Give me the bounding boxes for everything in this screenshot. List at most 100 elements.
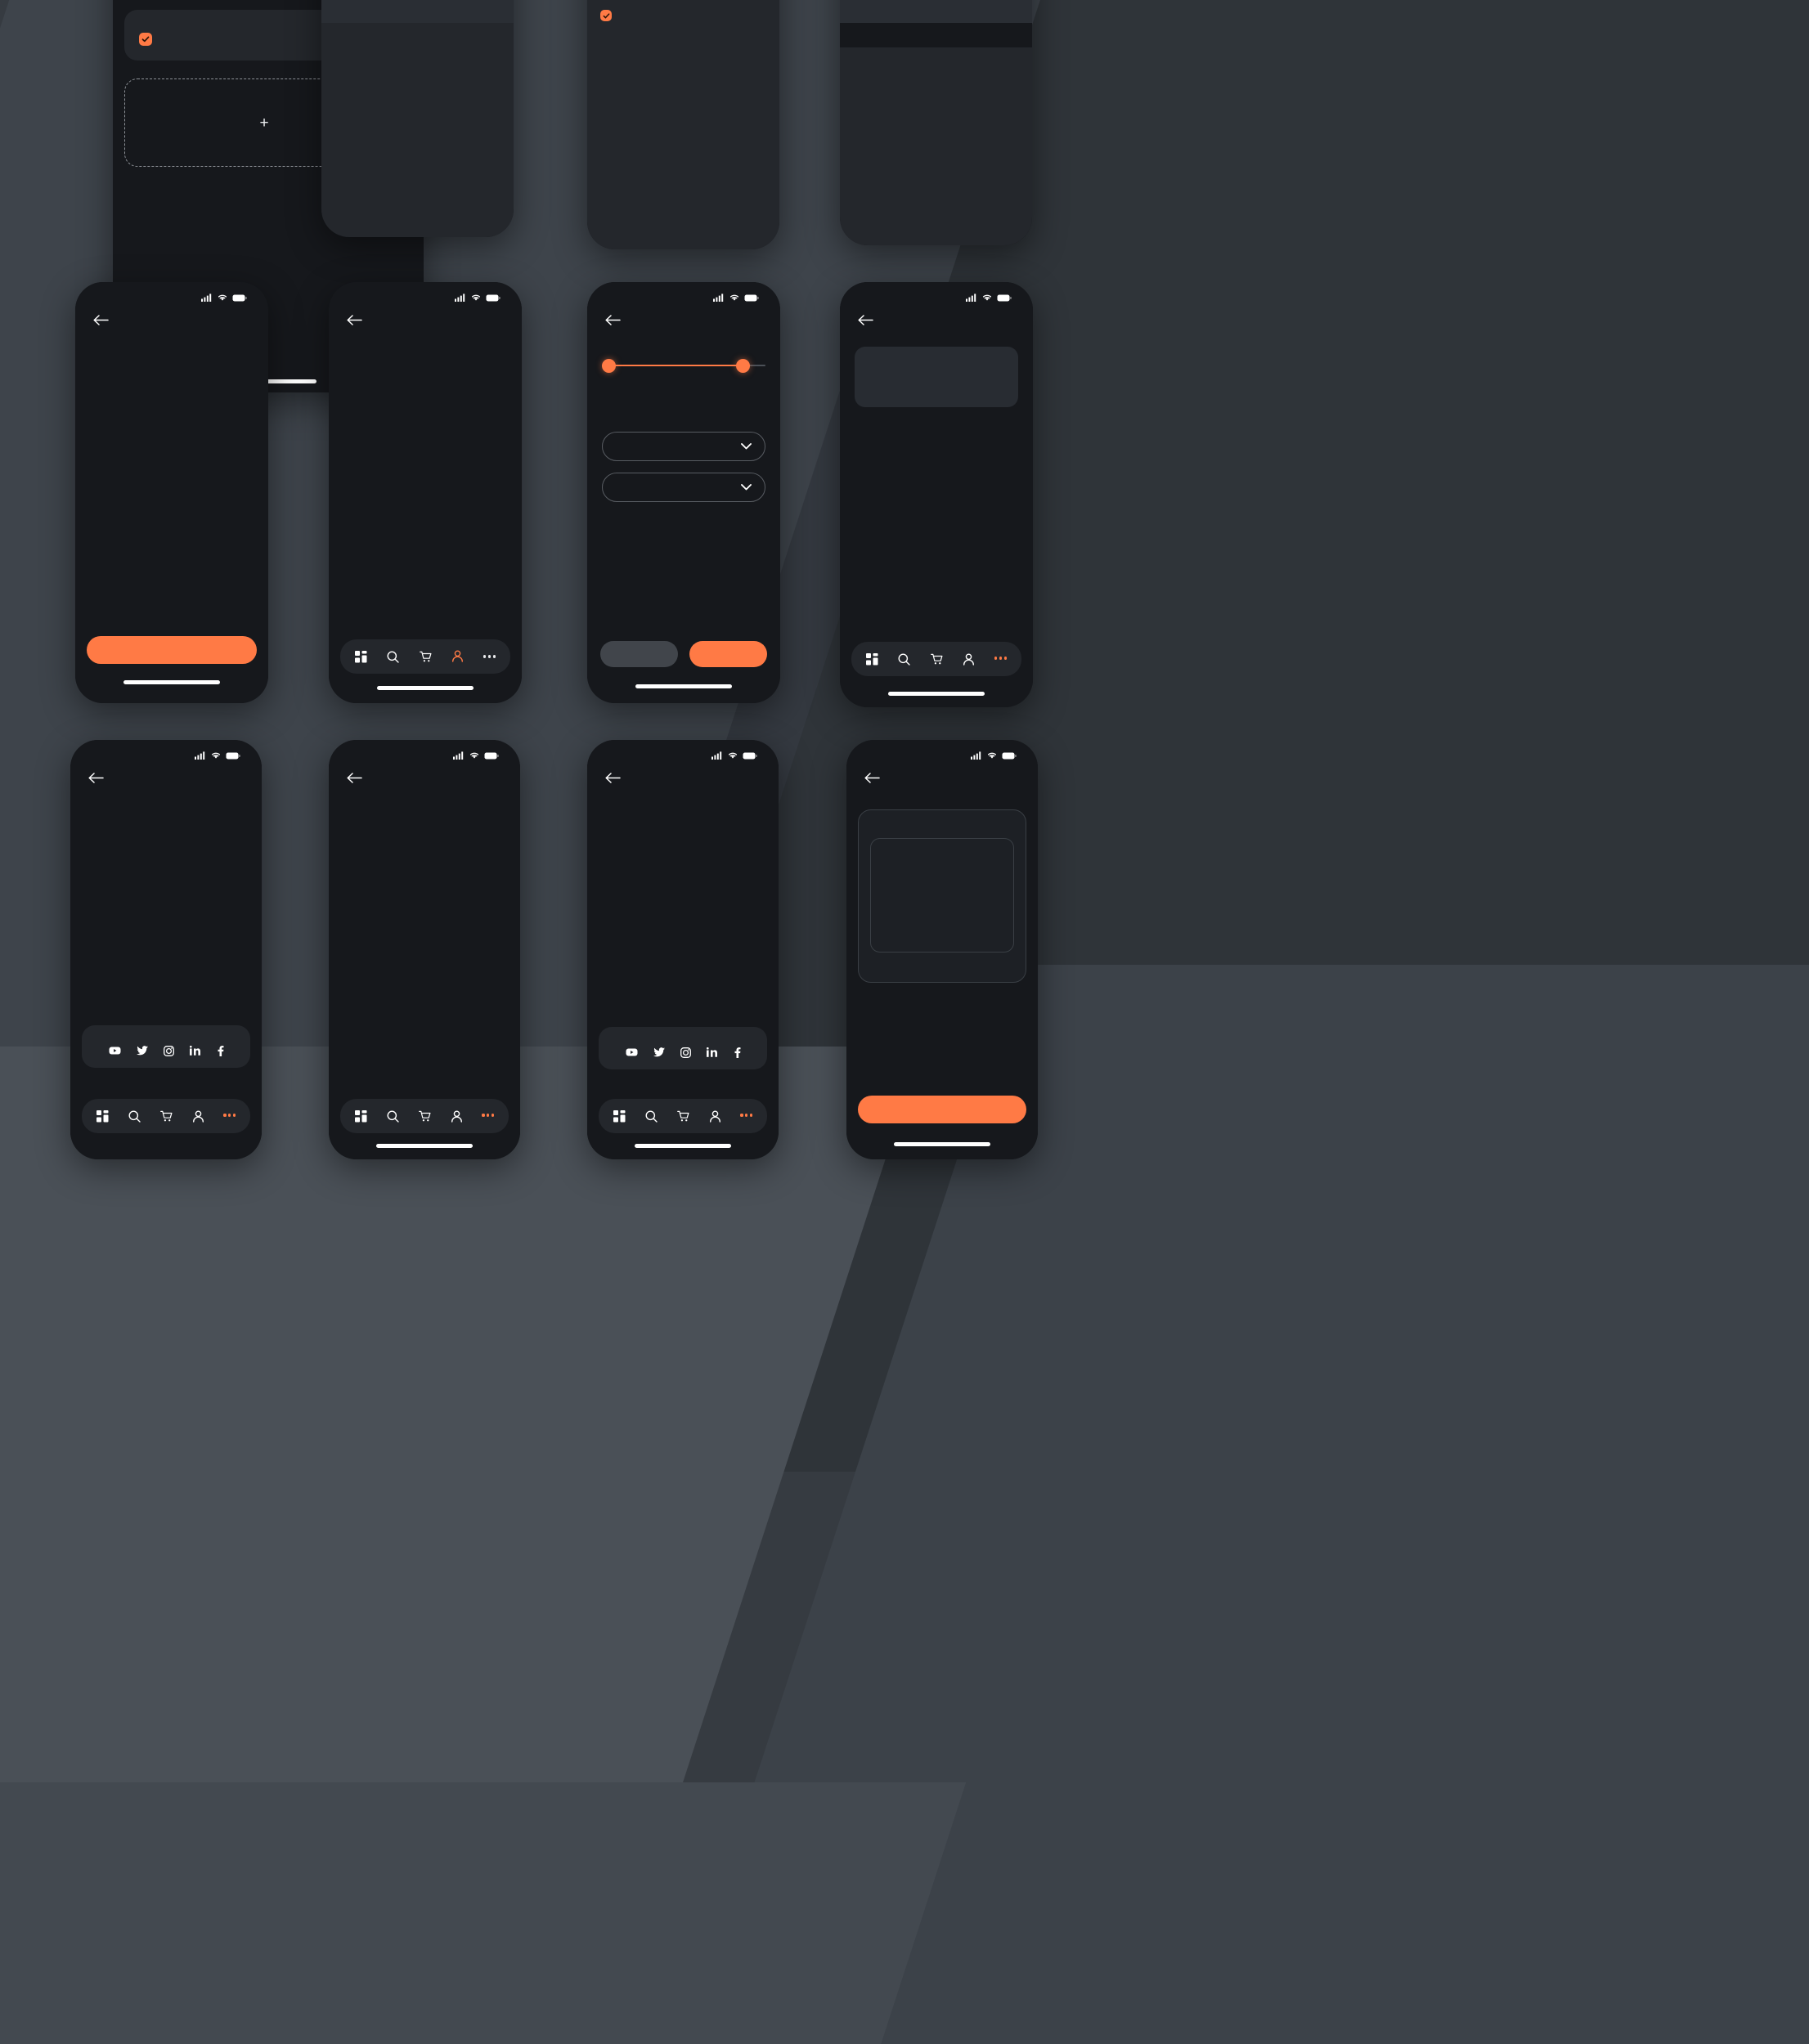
nav-home[interactable] (96, 1109, 109, 1123)
filter-actions[interactable] (600, 641, 767, 667)
linkedin-icon[interactable] (189, 1046, 201, 1056)
social-profiles-card (82, 1025, 250, 1068)
logout-reason-textarea[interactable] (870, 838, 1014, 953)
facebook-icon[interactable] (217, 1046, 224, 1056)
bottom-nav[interactable] (82, 1099, 250, 1133)
nav-cart[interactable] (159, 1110, 173, 1123)
brands-select[interactable] (602, 473, 765, 502)
nav-search[interactable] (645, 1110, 658, 1123)
arrow-left-icon (347, 315, 362, 325)
nav-more[interactable] (223, 1114, 236, 1118)
wifi-icon (211, 752, 221, 759)
cart-icon (159, 1110, 173, 1121)
nav-home[interactable] (613, 1109, 626, 1123)
bottom-nav[interactable] (340, 639, 510, 674)
screenshot-canvas: ••• + (0, 0, 1809, 2044)
back-button[interactable] (70, 760, 262, 783)
youtube-icon[interactable] (626, 1047, 638, 1058)
nav-search[interactable] (387, 651, 400, 663)
youtube-icon[interactable] (109, 1046, 121, 1056)
chevron-down-icon (741, 443, 752, 450)
grid-icon (96, 1109, 109, 1122)
instagram-icon[interactable] (680, 1047, 691, 1058)
battery-icon (743, 752, 757, 759)
more-dots-icon (482, 1114, 494, 1117)
nps-options[interactable] (840, 420, 1033, 424)
back-button[interactable] (587, 302, 780, 325)
nav-cart[interactable] (676, 1110, 689, 1123)
battery-icon (997, 294, 1012, 301)
arrow-left-icon (347, 773, 362, 783)
status-bar (840, 282, 1033, 302)
nav-search[interactable] (898, 653, 911, 666)
instagram-icon[interactable] (163, 1046, 174, 1056)
logout-button[interactable] (858, 1096, 1026, 1123)
back-button[interactable] (75, 302, 268, 325)
nav-account[interactable] (451, 650, 464, 664)
sort-by-select[interactable] (602, 432, 765, 461)
nav-home[interactable] (355, 650, 367, 663)
back-button[interactable] (587, 760, 779, 783)
signal-icon (455, 294, 465, 302)
size-chip-list[interactable] (587, 386, 780, 392)
phone-contact-us (587, 740, 779, 1159)
linkedin-icon[interactable] (706, 1047, 718, 1058)
status-icons (966, 294, 1012, 302)
slider-fill (605, 365, 741, 367)
arrow-left-icon (88, 773, 104, 783)
page-header (70, 783, 262, 791)
nav-more[interactable] (483, 655, 496, 658)
bottom-nav[interactable] (340, 1099, 509, 1133)
rate-purchased-item-button[interactable] (87, 636, 257, 664)
phone-checkout-form (587, 0, 779, 249)
social-icon-row[interactable] (599, 1047, 767, 1058)
nav-cart[interactable] (930, 653, 943, 666)
contact-screen (587, 740, 779, 1159)
nav-search[interactable] (128, 1110, 141, 1123)
twitter-icon[interactable] (136, 1046, 148, 1056)
bottom-nav[interactable] (599, 1099, 767, 1133)
nav-more[interactable] (740, 1114, 752, 1118)
nav-home[interactable] (354, 1109, 367, 1123)
nav-account[interactable] (451, 1110, 463, 1123)
color-swatch-list[interactable] (587, 406, 780, 420)
languages-screen (840, 0, 1032, 245)
twitter-icon[interactable] (653, 1047, 665, 1058)
feedback-textarea[interactable] (855, 347, 1018, 407)
same-as-shipping-row[interactable] (587, 0, 779, 21)
search-icon (898, 653, 911, 666)
back-button[interactable] (329, 302, 522, 325)
back-button[interactable] (840, 302, 1033, 325)
faq-screen (329, 740, 520, 1159)
nav-search[interactable] (387, 1110, 399, 1123)
slider-knob-min[interactable] (602, 359, 616, 373)
bottom-nav[interactable] (851, 642, 1021, 676)
back-button[interactable] (329, 760, 520, 783)
nav-cart[interactable] (419, 651, 432, 663)
arrow-left-icon (93, 315, 109, 325)
apply-button[interactable] (689, 641, 767, 667)
feedback-screen (840, 282, 1033, 707)
nav-home[interactable] (866, 652, 878, 666)
arrow-left-icon (605, 773, 621, 783)
rate-app-card (858, 809, 1026, 983)
nav-more[interactable] (482, 1114, 494, 1118)
ratings-list[interactable] (75, 338, 268, 347)
status-icons (195, 751, 240, 760)
nav-account[interactable] (192, 1110, 204, 1123)
slider-knob-max[interactable] (736, 359, 750, 373)
person-icon (192, 1110, 204, 1123)
nav-account[interactable] (963, 653, 975, 666)
person-icon (451, 1110, 462, 1123)
status-icons (711, 751, 757, 760)
nav-more[interactable] (994, 657, 1007, 661)
signal-icon (453, 751, 464, 760)
clear-button[interactable] (600, 641, 678, 667)
nav-account[interactable] (709, 1110, 721, 1123)
back-button[interactable] (846, 760, 1038, 783)
nav-cart[interactable] (418, 1110, 431, 1123)
price-range-slider[interactable] (602, 358, 765, 373)
phone-faq (329, 740, 520, 1159)
social-icon-row[interactable] (82, 1046, 250, 1056)
facebook-icon[interactable] (734, 1047, 741, 1058)
